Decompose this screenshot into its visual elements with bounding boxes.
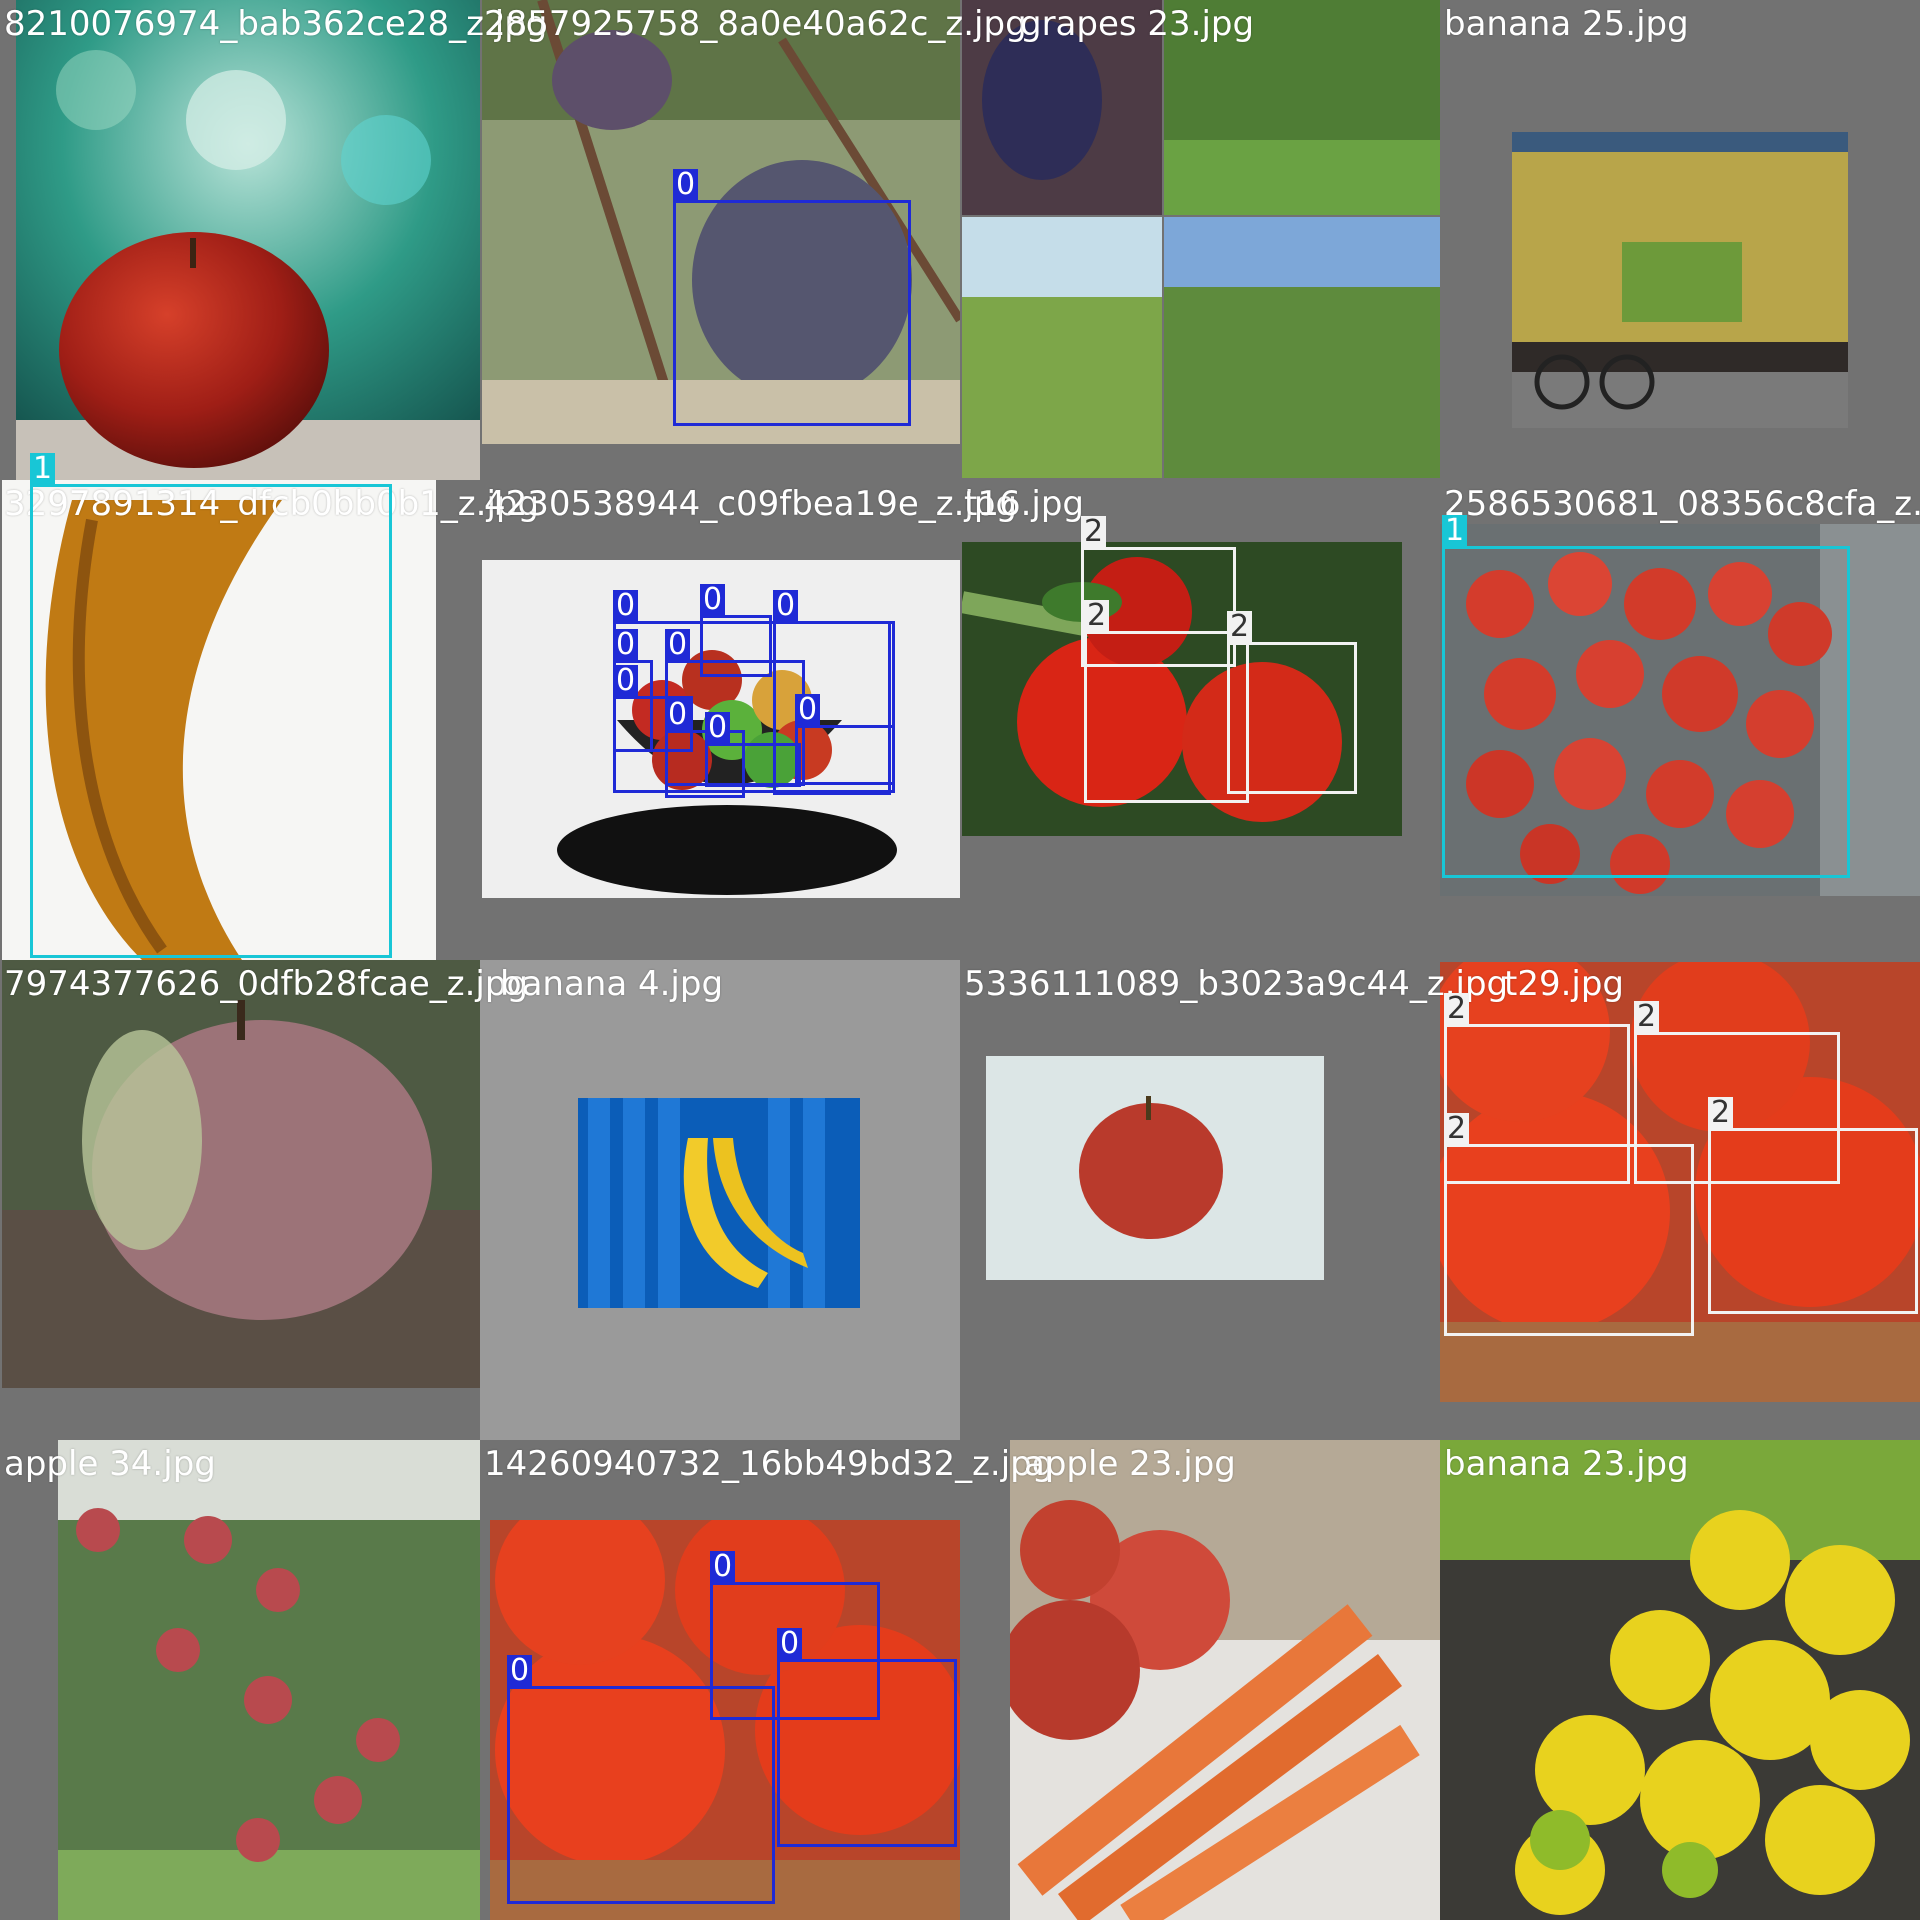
- detection-class-label: 0: [705, 712, 731, 744]
- photo-apple-white: [986, 1056, 1324, 1280]
- tile-filename: apple 34.jpg: [4, 1444, 216, 1484]
- detection-class-label: 0: [507, 1655, 533, 1687]
- detection-box: 1: [30, 453, 392, 958]
- tile-filename: banana 25.jpg: [1444, 4, 1689, 44]
- tile-3: [960, 0, 1440, 480]
- detection-class-label: 0: [665, 629, 691, 661]
- tile-filename: t29.jpg: [1504, 964, 1625, 1004]
- detection-class-label: 0: [613, 590, 639, 622]
- photo-apples-carrots: [1010, 1440, 1440, 1920]
- photo-apple-bokeh: [16, 0, 480, 480]
- detection-class-label: 0: [710, 1551, 736, 1583]
- detection-class-label: 2: [1227, 611, 1253, 643]
- photo-pile-bananas: [1440, 1440, 1920, 1920]
- tile-15: [960, 1440, 1440, 1920]
- tile-filename: 5336111089_b3023a9c44_z.jpg: [964, 964, 1509, 1004]
- detection-class-label: 2: [1081, 516, 1107, 548]
- detection-box: 0: [777, 1628, 957, 1847]
- tile-filename: grapes 23.jpg: [1020, 4, 1255, 44]
- detection-class-label: 0: [777, 1628, 803, 1660]
- tile-filename: 14260940732_16bb49bd32_z.jpg: [484, 1444, 1054, 1484]
- photo-bananas-bench: [578, 1098, 860, 1308]
- detection-box: 2: [1708, 1097, 1918, 1314]
- tile-filename: 2586530681_08356c8cfa_z.jpg: [1444, 484, 1920, 524]
- tile-10: [480, 960, 960, 1440]
- photo-banana-stall: [1512, 132, 1848, 428]
- detection-class-label: 2: [1444, 993, 1470, 1025]
- detection-class-label: 0: [773, 590, 799, 622]
- tile-11: [960, 960, 1440, 1440]
- tile-13: [0, 1440, 480, 1920]
- tile-filename: 4230538944_c09fbea19e_z.jpg: [484, 484, 1018, 524]
- detection-class-label: 2: [1444, 1113, 1470, 1145]
- detection-class-label: 1: [1442, 515, 1468, 547]
- detection-class-label: 2: [1708, 1097, 1734, 1129]
- detection-box: 2: [1084, 600, 1249, 803]
- detection-box: 2: [1227, 611, 1357, 794]
- detection-box: 0: [705, 712, 801, 787]
- photo-large-apple: [2, 960, 480, 1388]
- detection-box: 1: [1442, 515, 1850, 878]
- tile-4: [1440, 0, 1920, 480]
- detection-box: 0: [673, 169, 911, 426]
- mosaic-grid: 8210076974_bab362ce28_z.jpg 2857925758_8…: [0, 0, 1920, 1920]
- tile-16: [1440, 1440, 1920, 1920]
- detection-box: 2: [1444, 1113, 1694, 1336]
- tile-filename: 2857925758_8a0e40a62c_z.jpg: [484, 4, 1027, 44]
- tile-filename: t16.jpg: [964, 484, 1085, 524]
- tile-filename: banana 23.jpg: [1444, 1444, 1689, 1484]
- tile-filename: banana 4.jpg: [500, 964, 724, 1004]
- tile-filename: 7974377626_0dfb28fcae_z.jpg: [4, 964, 529, 1004]
- detection-class-label: 1: [30, 453, 56, 485]
- detection-class-label: 0: [665, 699, 691, 731]
- tile-9: [0, 960, 480, 1440]
- detection-class-label: 0: [673, 169, 699, 201]
- detection-class-label: 0: [700, 584, 726, 616]
- tile-filename: 8210076974_bab362ce28_z.jpg: [4, 4, 548, 44]
- photo-vineyard-collage: [962, 0, 1440, 478]
- photo-apple-tree: [58, 1440, 480, 1920]
- detection-class-label: 0: [613, 629, 639, 661]
- detection-class-label: 2: [1084, 600, 1110, 632]
- detection-class-label: 0: [795, 694, 821, 726]
- detection-class-label: 2: [1634, 1001, 1660, 1033]
- tile-filename: apple 23.jpg: [1024, 1444, 1236, 1484]
- detection-box: 0: [795, 694, 895, 785]
- detection-class-label: 0: [613, 665, 639, 697]
- tile-1: [0, 0, 480, 480]
